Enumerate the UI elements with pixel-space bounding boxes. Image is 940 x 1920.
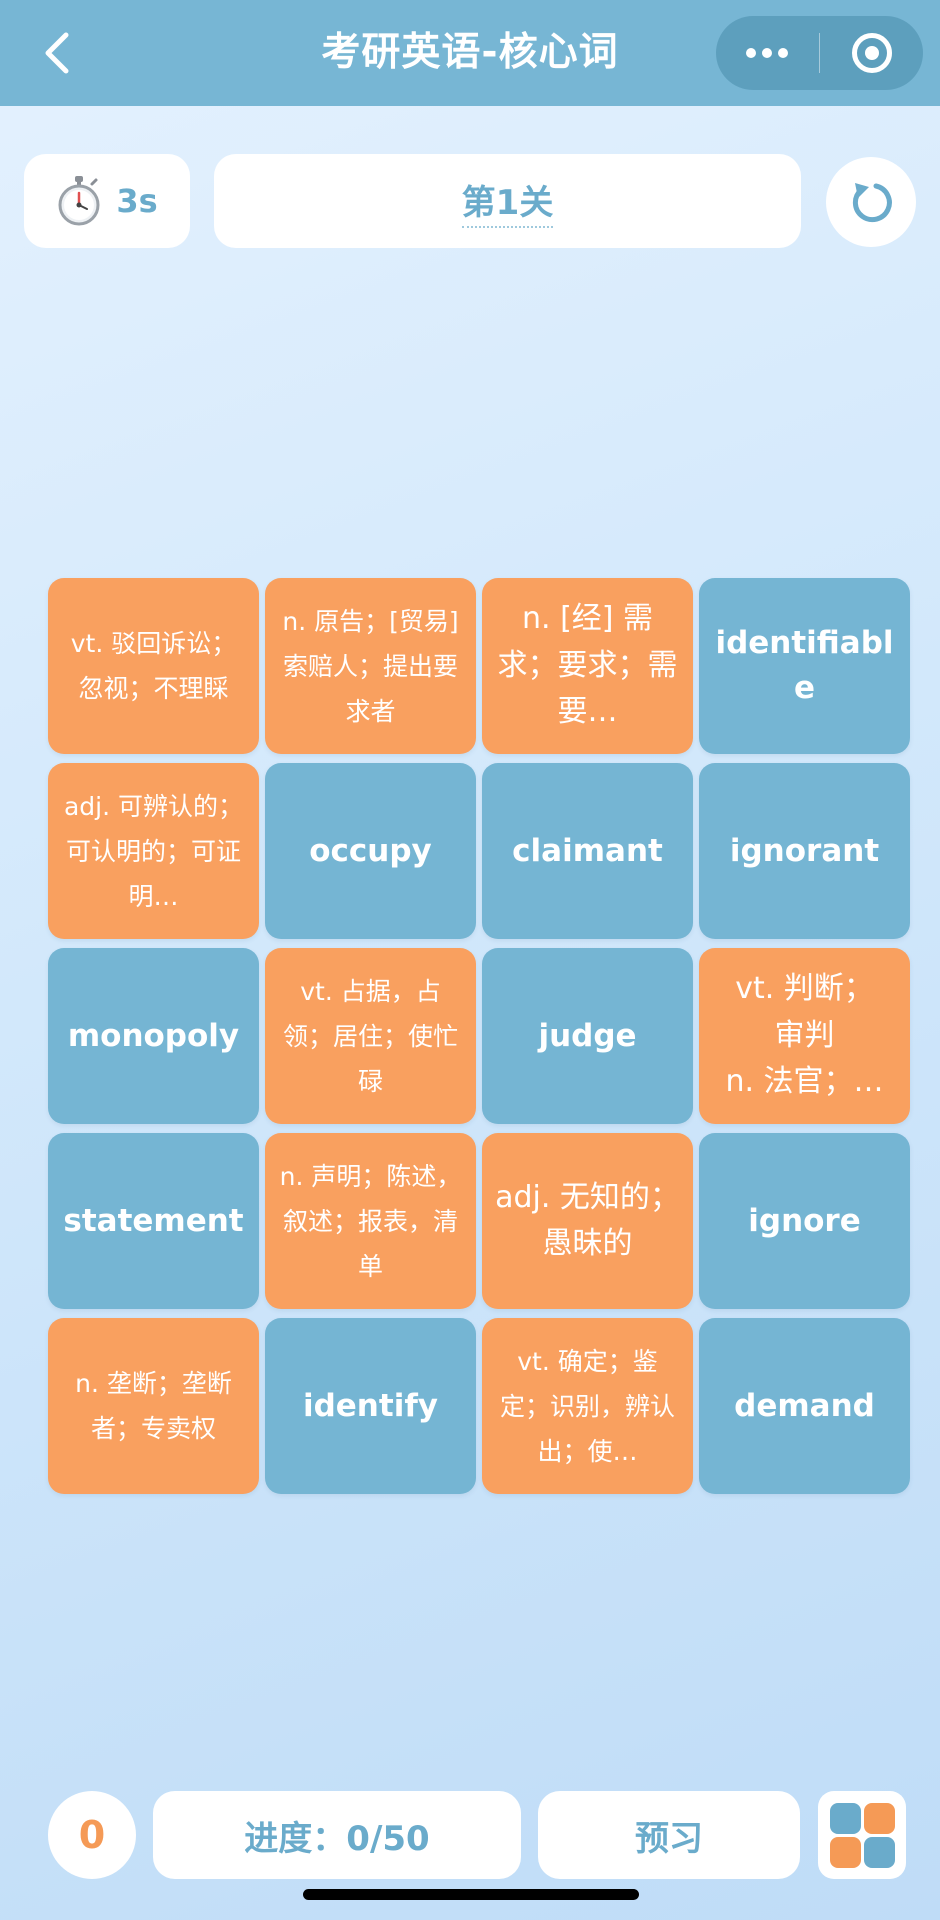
home-indicator bbox=[303, 1889, 639, 1900]
grid-layout-button[interactable] bbox=[818, 1791, 906, 1879]
tile-text: judge bbox=[538, 1017, 637, 1054]
mini-program-capsule bbox=[716, 16, 923, 90]
definition-tile[interactable]: n. 声明；陈述，叙述；报表，清单 bbox=[265, 1133, 476, 1309]
word-tile[interactable]: ignorant bbox=[699, 763, 910, 939]
definition-tile[interactable]: adj. 无知的；愚昧的 bbox=[482, 1133, 693, 1309]
tile-text: monopoly bbox=[67, 1017, 240, 1054]
word-tile[interactable]: claimant bbox=[482, 763, 693, 939]
level-label: 第1关 bbox=[461, 175, 554, 228]
score-badge: 0 bbox=[48, 1791, 136, 1879]
definition-tile[interactable]: vt. 驳回诉讼；忽视；不理睬 bbox=[48, 578, 259, 754]
tile-text: demand bbox=[734, 1387, 875, 1424]
back-button[interactable] bbox=[30, 26, 84, 80]
tile-text: vt. 占据，占领；居住；使忙碌 bbox=[282, 976, 458, 1096]
tile-text: vt. 驳回诉讼；忽视；不理睬 bbox=[70, 629, 237, 703]
tile-text: occupy bbox=[309, 832, 432, 869]
tile-text: n. 声明；陈述，叙述；报表，清单 bbox=[279, 1161, 462, 1281]
definition-tile[interactable]: vt. 判断； 审判 n. 法官；… bbox=[699, 948, 910, 1124]
tile-text: claimant bbox=[512, 832, 663, 869]
timer-value: 3s bbox=[116, 182, 158, 220]
tile-text: adj. 可辨认的；可认明的；可证明… bbox=[63, 791, 244, 911]
tile-text: n. 垄断；垄断者；专卖权 bbox=[75, 1369, 232, 1443]
word-tile[interactable]: statement bbox=[48, 1133, 259, 1309]
word-tile[interactable]: identify bbox=[265, 1318, 476, 1494]
tile-text: ignore bbox=[748, 1202, 861, 1239]
tile-text: identifiable bbox=[715, 625, 894, 706]
target-icon bbox=[851, 33, 892, 73]
definition-tile[interactable]: adj. 可辨认的；可认明的；可证明… bbox=[48, 763, 259, 939]
word-tile[interactable]: monopoly bbox=[48, 948, 259, 1124]
stopwatch-icon bbox=[58, 176, 100, 226]
tile-text: ignorant bbox=[729, 832, 880, 869]
word-tile[interactable]: identifiable bbox=[699, 578, 910, 754]
definition-tile[interactable]: n. [经] 需求；要求；需要… bbox=[482, 578, 693, 754]
chevron-left-icon bbox=[45, 32, 69, 74]
definition-tile[interactable]: vt. 确定；鉴定；识别，辨认出；使… bbox=[482, 1318, 693, 1494]
top-navigation-bar: 考研英语-核心词 bbox=[0, 0, 940, 106]
progress-label: 进度：0/50 bbox=[153, 1791, 521, 1879]
page-title: 考研英语-核心词 bbox=[321, 30, 619, 75]
word-tile[interactable]: judge bbox=[482, 948, 693, 1124]
definition-tile[interactable]: n. 原告；[贸易] 索赔人；提出要求者 bbox=[265, 578, 476, 754]
close-mini-program-button[interactable] bbox=[820, 16, 923, 90]
preview-button[interactable]: 预习 bbox=[538, 1791, 800, 1879]
level-card: 第1关 bbox=[214, 154, 801, 248]
tile-text: identify bbox=[302, 1387, 439, 1424]
tile-text: vt. 判断； 审判 n. 法官；… bbox=[725, 971, 884, 1100]
definition-tile[interactable]: n. 垄断；垄断者；专卖权 bbox=[48, 1318, 259, 1494]
more-menu-button[interactable] bbox=[716, 16, 819, 90]
tile-text: n. [经] 需求；要求；需要… bbox=[497, 601, 678, 730]
refresh-button[interactable] bbox=[826, 157, 916, 247]
tile-text: statement bbox=[63, 1202, 244, 1239]
tile-text: vt. 确定；鉴定；识别，辨认出；使… bbox=[499, 1346, 675, 1466]
tile-text: n. 原告；[贸易] 索赔人；提出要求者 bbox=[282, 606, 459, 726]
tile-text: adj. 无知的；愚昧的 bbox=[495, 1179, 680, 1262]
word-match-grid: vt. 驳回诉讼；忽视；不理睬 n. 原告；[贸易] 索赔人；提出要求者 n. [经… bbox=[48, 578, 912, 1498]
word-tile[interactable]: demand bbox=[699, 1318, 910, 1494]
definition-tile[interactable]: vt. 占据，占领；居住；使忙碌 bbox=[265, 948, 476, 1124]
more-dots-icon bbox=[746, 48, 789, 58]
word-tile[interactable]: occupy bbox=[265, 763, 476, 939]
timer-card: 3s bbox=[24, 154, 190, 248]
refresh-icon bbox=[852, 183, 892, 223]
word-tile[interactable]: ignore bbox=[699, 1133, 910, 1309]
